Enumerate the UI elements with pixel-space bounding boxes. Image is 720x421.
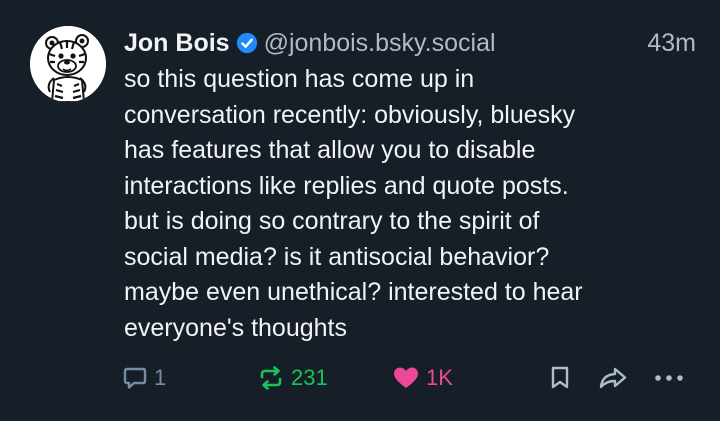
- share-icon: [599, 367, 627, 389]
- repost-button[interactable]: 231: [257, 358, 328, 398]
- like-count: 1K: [426, 365, 453, 390]
- post-header: Jon Bois @jonbois.bsky.social 43m: [124, 26, 696, 60]
- heart-icon: [394, 367, 418, 388]
- bookmark-icon: [551, 366, 569, 389]
- reply-icon: [123, 367, 147, 389]
- share-button[interactable]: [598, 358, 628, 398]
- repost-icon: [260, 366, 282, 390]
- cartoon-tiger-avatar-icon: [30, 26, 106, 102]
- reply-count: 1: [154, 365, 167, 390]
- bookmark-button[interactable]: [548, 358, 572, 398]
- author-avatar[interactable]: [30, 26, 106, 102]
- post-actions-bar: 1 231 1K: [120, 358, 690, 398]
- post-text: so this question has come up in conversa…: [124, 65, 583, 342]
- post-card[interactable]: Jon Bois @jonbois.bsky.social 43m so thi…: [0, 0, 720, 421]
- more-options-icon: [655, 375, 683, 381]
- verified-badge-icon[interactable]: [236, 32, 258, 54]
- repost-count: 231: [291, 365, 328, 390]
- post-timestamp[interactable]: 43m: [647, 29, 696, 58]
- more-options-button[interactable]: [654, 358, 684, 398]
- author-handle[interactable]: @jonbois.bsky.social: [264, 29, 496, 58]
- like-button[interactable]: 1K: [392, 358, 453, 398]
- author-display-name[interactable]: Jon Bois: [124, 29, 230, 58]
- reply-button[interactable]: 1: [122, 358, 166, 398]
